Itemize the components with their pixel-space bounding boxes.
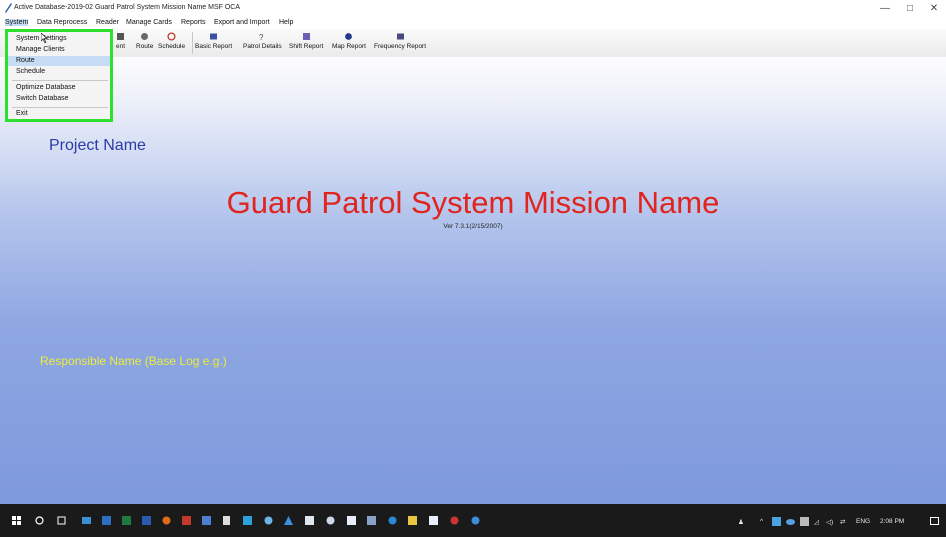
app-icon[interactable] xyxy=(162,516,171,525)
app-icon[interactable] xyxy=(326,516,335,525)
toolbar-schedule-label: Schedule xyxy=(158,43,186,50)
toolbar-frequency-report-button[interactable]: Frequency Report xyxy=(374,32,426,50)
clients-icon xyxy=(117,33,125,40)
toolbar-partial-label: ent xyxy=(116,43,126,50)
windows-start-icon[interactable] xyxy=(12,516,21,525)
app-icon[interactable] xyxy=(222,516,231,525)
app-icon[interactable] xyxy=(450,516,459,525)
toolbar-patrol-details-label: Patrol Details xyxy=(243,43,282,50)
toolbar-shift-report-button[interactable]: Shift Report xyxy=(289,32,323,50)
patrol-details-icon: ? xyxy=(259,33,264,41)
app-icon[interactable] xyxy=(429,516,438,525)
toolbar-basic-report-button[interactable]: Basic Report xyxy=(195,32,232,50)
toolbar-map-report-button[interactable]: Map Report xyxy=(332,32,366,50)
app-icon[interactable] xyxy=(305,516,314,525)
app-icon[interactable] xyxy=(367,516,376,525)
route-icon xyxy=(141,33,149,40)
notification-icon[interactable] xyxy=(930,517,939,526)
tray-app-icon[interactable] xyxy=(772,517,781,526)
menu-item-schedule[interactable]: Schedule xyxy=(16,68,45,75)
toolbar-shift-report-label: Shift Report xyxy=(289,43,324,50)
window-title: Active Database-2019-02 Guard Patrol Sys… xyxy=(14,4,241,11)
toolbar-separator xyxy=(192,32,193,54)
menu-bar: System Data Reprocess Reader Manage Card… xyxy=(0,18,946,29)
file-explorer-icon[interactable] xyxy=(82,516,91,525)
people-icon[interactable]: ♟ xyxy=(738,518,744,526)
menu-manage-cards[interactable]: Manage Cards xyxy=(126,19,172,26)
onedrive-icon[interactable] xyxy=(786,517,795,526)
app-icon[interactable] xyxy=(182,516,191,525)
app-icon[interactable] xyxy=(243,516,252,525)
menu-help[interactable]: Help xyxy=(279,19,293,26)
menu-system[interactable]: System xyxy=(5,19,29,26)
toolbar-frequency-report-label: Frequency Report xyxy=(374,43,427,50)
outlook-icon[interactable] xyxy=(102,516,111,525)
search-icon[interactable] xyxy=(35,516,44,525)
app-feather-icon xyxy=(5,3,12,13)
shift-report-icon xyxy=(302,33,310,40)
toolbar-route-button[interactable]: Route xyxy=(136,32,153,50)
mouse-cursor-icon xyxy=(41,33,48,43)
toolbar-basic-report-label: Basic Report xyxy=(195,43,233,50)
frequency-report-icon xyxy=(396,33,404,40)
tray-app-icon[interactable] xyxy=(800,517,809,526)
app-icon[interactable] xyxy=(471,516,480,525)
network-icon[interactable]: ◿ xyxy=(814,518,819,526)
menu-item-route[interactable]: Route xyxy=(16,57,35,64)
minimize-button[interactable]: — xyxy=(873,2,897,16)
excel-icon[interactable] xyxy=(122,516,131,525)
responsible-name: Responsible Name (Base Log e.g.) xyxy=(40,354,227,368)
app-icon[interactable] xyxy=(202,516,211,525)
menu-separator xyxy=(12,107,108,108)
map-report-icon xyxy=(345,33,353,40)
toolbar-patrol-details-button[interactable]: ? Patrol Details xyxy=(243,32,282,50)
app-icon[interactable] xyxy=(347,516,356,525)
title-bar: Active Database-2019-02 Guard Patrol Sys… xyxy=(0,0,946,18)
schedule-icon xyxy=(167,32,176,41)
version-label: Ver 7.3.1(2/15/2007) xyxy=(443,223,503,230)
menu-item-exit[interactable]: Exit xyxy=(16,110,28,117)
close-button[interactable]: ✕ xyxy=(922,2,946,16)
toolbar-schedule-button[interactable]: Schedule xyxy=(158,32,185,50)
maximize-button[interactable]: □ xyxy=(898,2,922,16)
toolbar-route-label: Route xyxy=(136,43,154,50)
menu-item-switch-database[interactable]: Switch Database xyxy=(16,95,69,102)
taskbar: ♟ ^ ◿ ◁) ⇄ ENG 2:08 PM xyxy=(0,504,946,537)
app-icon[interactable] xyxy=(408,516,417,525)
toolbar-clients-button[interactable]: ent xyxy=(116,32,125,50)
chevron-up-icon[interactable]: ^ xyxy=(760,518,763,525)
menu-export-import[interactable]: Export and Import xyxy=(214,19,270,26)
menu-reader[interactable]: Reader xyxy=(96,19,119,26)
edge-icon[interactable] xyxy=(388,516,397,525)
task-view-icon[interactable] xyxy=(57,516,66,525)
menu-separator xyxy=(12,80,108,81)
system-heading: Guard Patrol System Mission Name xyxy=(226,185,720,220)
menu-item-optimize-database[interactable]: Optimize Database xyxy=(16,84,76,91)
menu-reports[interactable]: Reports xyxy=(181,19,206,26)
menu-data-reprocess[interactable]: Data Reprocess xyxy=(37,19,87,26)
toolbar: ent Route Schedule Basic Report ? Patrol… xyxy=(0,29,946,58)
system-menu-dropdown: System Settings Manage Clients Route Sch… xyxy=(5,29,113,122)
word-icon[interactable] xyxy=(142,516,151,525)
tray-app-icon[interactable]: ⇄ xyxy=(840,518,845,526)
basic-report-icon xyxy=(210,33,218,40)
project-name: Project Name xyxy=(49,137,146,154)
menu-item-manage-clients[interactable]: Manage Clients xyxy=(16,46,65,53)
language-indicator[interactable]: ENG xyxy=(856,518,870,525)
main-content: Project Name Guard Patrol System Mission… xyxy=(0,57,946,504)
svg-text:?: ? xyxy=(259,33,264,41)
app-icon[interactable] xyxy=(264,516,273,525)
clock[interactable]: 2:08 PM xyxy=(880,518,904,525)
app-icon[interactable] xyxy=(284,516,293,525)
toolbar-map-report-label: Map Report xyxy=(332,43,366,50)
volume-icon[interactable]: ◁) xyxy=(826,518,833,526)
